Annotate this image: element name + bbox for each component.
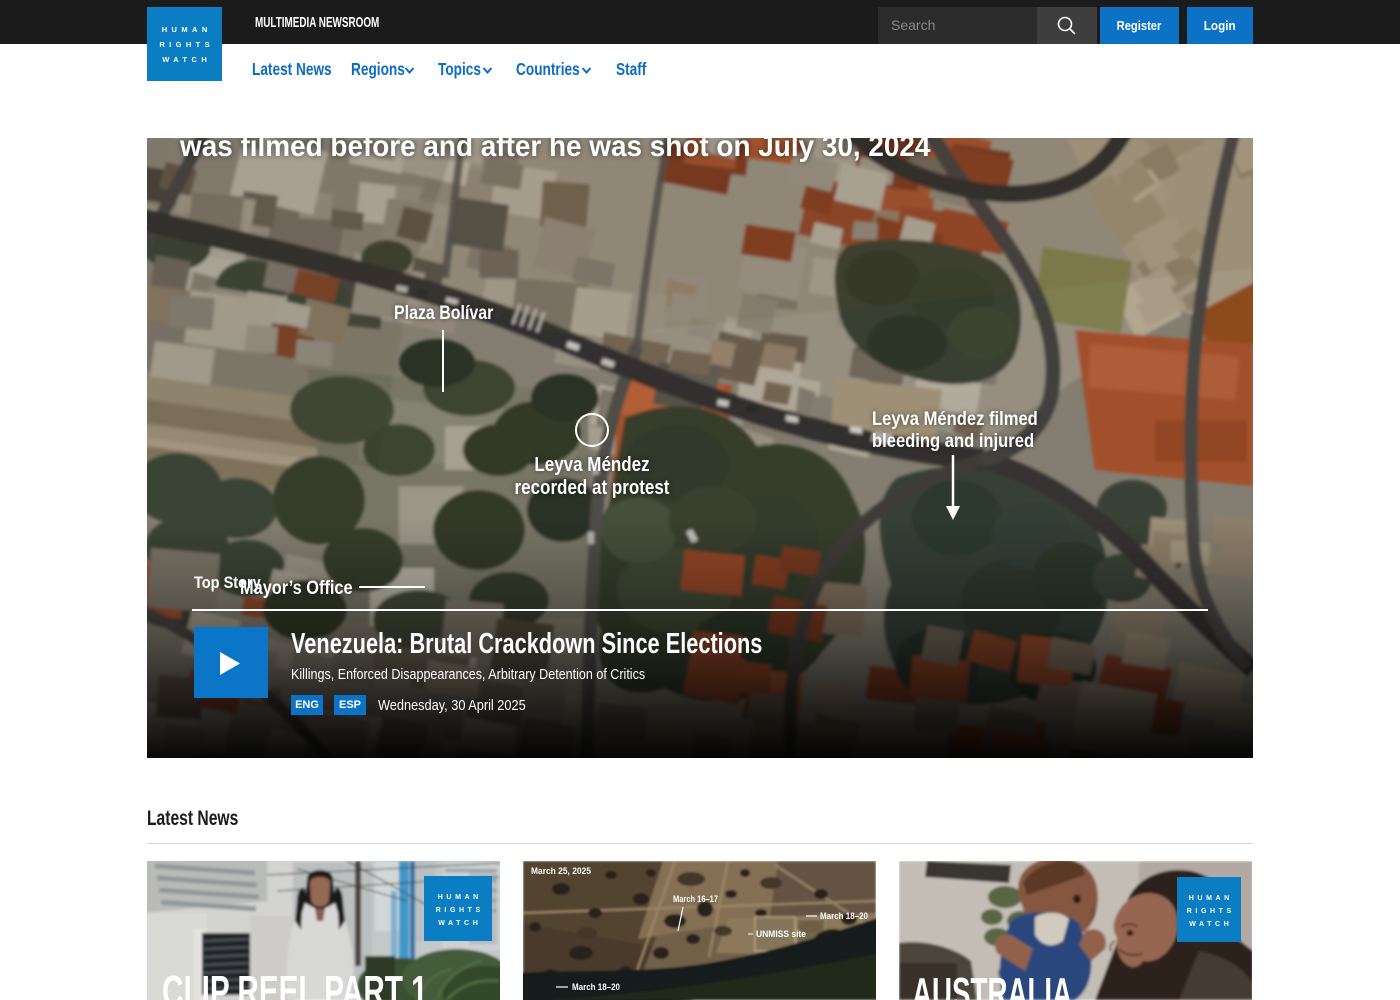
svg-text:UNMISS site: UNMISS site [756,929,806,939]
svg-text:March 18–20: March 18–20 [820,911,868,921]
svg-text:March 25, 2025: March 25, 2025 [531,866,592,877]
svg-text:March 18–20: March 18–20 [572,982,620,992]
svg-text:March 16–17: March 16–17 [673,894,718,904]
